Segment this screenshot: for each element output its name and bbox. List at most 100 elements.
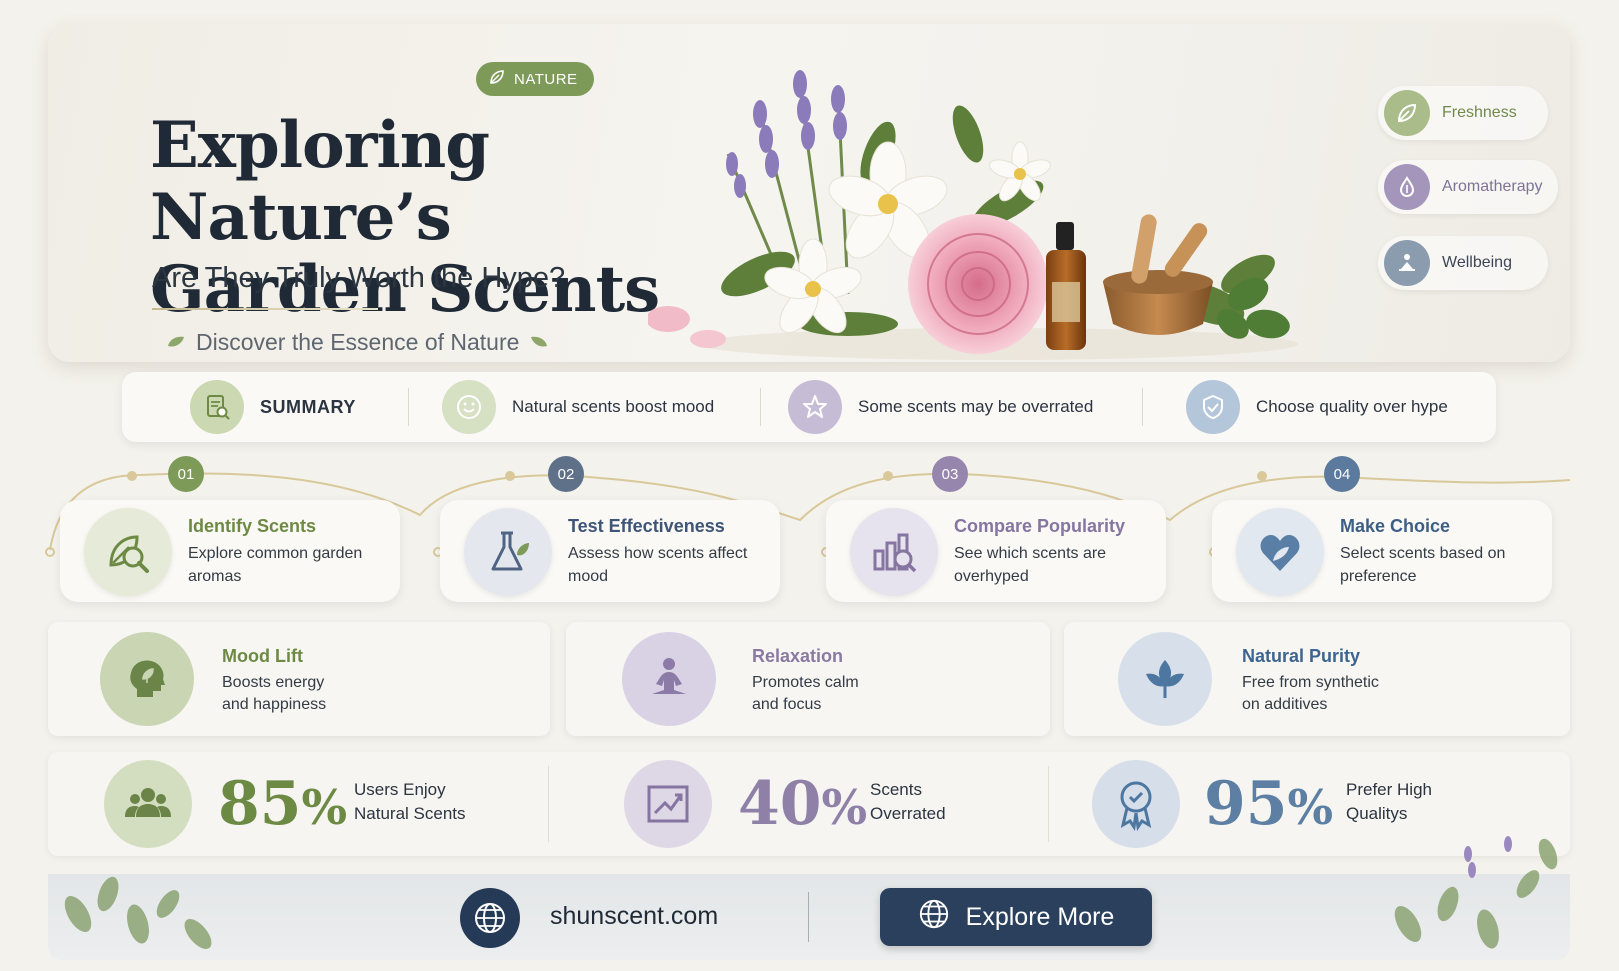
hero-banner: NATURE Exploring Nature’s Garden Scents … <box>48 24 1570 362</box>
benefit-natural-purity: Natural Purity Free from synthetic on ad… <box>1064 622 1570 736</box>
chip-wellbeing: Wellbeing <box>1378 236 1548 290</box>
leaf-magnifier-icon <box>84 508 172 596</box>
summary-bar: SUMMARY Natural scents boost mood Some s… <box>122 372 1496 442</box>
step-number: 03 <box>932 456 968 492</box>
summary-item: Natural scents boost mood <box>442 380 714 434</box>
chip-aromatherapy: Aromatherapy <box>1378 160 1558 214</box>
benefit-relaxation: Relaxation Promotes calm and focus <box>566 622 1050 736</box>
trend-chart-icon <box>624 760 712 848</box>
leaf-icon <box>166 329 186 356</box>
website-link[interactable]: shunscent.com <box>550 902 718 931</box>
stat-label-line: Scents <box>870 780 922 799</box>
step-title: Compare Popularity <box>954 516 1126 536</box>
flask-icon <box>464 508 552 596</box>
summary-item: Some scents may be overrated <box>788 380 1093 434</box>
document-search-icon <box>190 380 244 434</box>
globe-icon <box>460 888 520 948</box>
head-leaf-icon <box>100 632 194 726</box>
subtitle-rule <box>152 308 378 310</box>
leaf-icon <box>1118 632 1212 726</box>
step-number: 04 <box>1324 456 1360 492</box>
users-icon <box>104 760 192 848</box>
tag-label: NATURE <box>514 70 578 88</box>
explore-more-button[interactable]: Explore More <box>880 888 1152 946</box>
step-card-test: Test Effectiveness Assess how scents aff… <box>440 500 780 602</box>
nature-tag: NATURE <box>476 62 594 96</box>
summary-heading: SUMMARY <box>260 396 356 417</box>
step-card-compare: Compare Popularity See which scents are … <box>826 500 1166 602</box>
summary-item: Choose quality over hype <box>1186 380 1448 434</box>
divider <box>760 388 761 426</box>
stat-label-line: Users Enjoy <box>354 780 446 799</box>
flower-bouquet-illustration <box>648 70 1298 360</box>
foliage-decoration <box>1394 836 1558 949</box>
divider <box>1048 766 1049 842</box>
chip-label: Freshness <box>1442 104 1517 121</box>
leaf-icon <box>529 329 549 356</box>
stat-label-line: Natural Scents <box>354 804 466 823</box>
stat-label: Scents Overrated <box>870 778 1030 826</box>
foliage-decoration <box>64 876 212 949</box>
stat-value: 85% <box>218 769 348 839</box>
step-card-identify: Identify Scents Explore common garden ar… <box>60 500 400 602</box>
bar-chart-magnifier-icon <box>850 508 938 596</box>
discover-text: Discover the Essence of Nature <box>196 329 520 355</box>
infographic-page: NATURE Exploring Nature’s Garden Scents … <box>0 0 1619 971</box>
benefit-desc: Free from synthetic on additives <box>1242 672 1379 716</box>
benefit-desc-line: and happiness <box>222 696 327 713</box>
benefit-desc-line: Boosts energy <box>222 674 325 691</box>
footer: shunscent.com Explore More <box>48 836 1570 960</box>
benefit-desc-line: Promotes calm <box>752 674 859 691</box>
leaf-icon <box>488 68 506 90</box>
step-number: 01 <box>168 456 204 492</box>
benefit-desc-line: and focus <box>752 696 822 713</box>
stat-value: 40% <box>738 769 868 839</box>
stat-label: Users Enjoy Natural Scents <box>354 778 514 826</box>
chip-label: Aromatherapy <box>1442 178 1543 195</box>
step-desc: Assess how scents affect mood <box>568 545 748 585</box>
globe-icon <box>918 898 950 937</box>
award-ribbon-icon <box>1092 760 1180 848</box>
step-desc: See which scents are overhyped <box>954 545 1107 585</box>
divider <box>1142 388 1143 426</box>
benefit-title: Natural Purity <box>1242 646 1361 666</box>
heart-leaf-icon <box>1236 508 1324 596</box>
benefit-desc: Boosts energy and happiness <box>222 672 326 716</box>
chip-label: Wellbeing <box>1442 254 1512 271</box>
step-number: 02 <box>548 456 584 492</box>
leaf-icon <box>1384 90 1430 136</box>
stat-label-line: Overrated <box>870 804 946 823</box>
divider <box>548 766 549 842</box>
summary-item-label: Some scents may be overrated <box>858 397 1094 416</box>
benefit-title: Mood Lift <box>222 646 303 666</box>
summary-item-label: Natural scents boost mood <box>512 397 715 416</box>
stats-bar: 85% Users Enjoy Natural Scents 40% Scent… <box>48 752 1570 856</box>
stat-label-line: Prefer High <box>1346 780 1432 799</box>
step-title: Make Choice <box>1340 516 1451 536</box>
benefit-desc: Promotes calm and focus <box>752 672 859 716</box>
page-subtitle: Are They Truly Worth the Hype? <box>152 262 566 294</box>
chip-freshness: Freshness <box>1378 86 1548 140</box>
meditation-icon <box>1384 240 1430 286</box>
benefit-title: Relaxation <box>752 646 844 666</box>
discover-line: Discover the Essence of Nature <box>166 329 549 356</box>
explore-more-label: Explore More <box>965 902 1115 931</box>
stat-value: 95% <box>1204 769 1334 839</box>
meditation-icon <box>622 632 716 726</box>
divider <box>808 892 809 942</box>
smile-icon <box>442 380 496 434</box>
step-desc: Explore common garden aromas <box>188 545 363 585</box>
benefit-desc-line: on additives <box>1242 696 1328 713</box>
summary-item-label: Choose quality over hype <box>1256 397 1448 416</box>
benefit-mood-lift: Mood Lift Boosts energy and happiness <box>48 622 550 736</box>
step-desc: Select scents based on preference <box>1340 545 1506 585</box>
summary-heading-item: SUMMARY <box>190 380 356 434</box>
benefit-desc-line: Free from synthetic <box>1242 674 1379 691</box>
shield-check-icon <box>1186 380 1240 434</box>
step-card-choice: Make Choice Select scents based on prefe… <box>1212 500 1552 602</box>
step-title: Identify Scents <box>188 516 317 536</box>
star-icon <box>788 380 842 434</box>
divider <box>408 388 409 426</box>
step-title: Test Effectiveness <box>568 516 725 536</box>
aroma-icon <box>1384 164 1430 210</box>
